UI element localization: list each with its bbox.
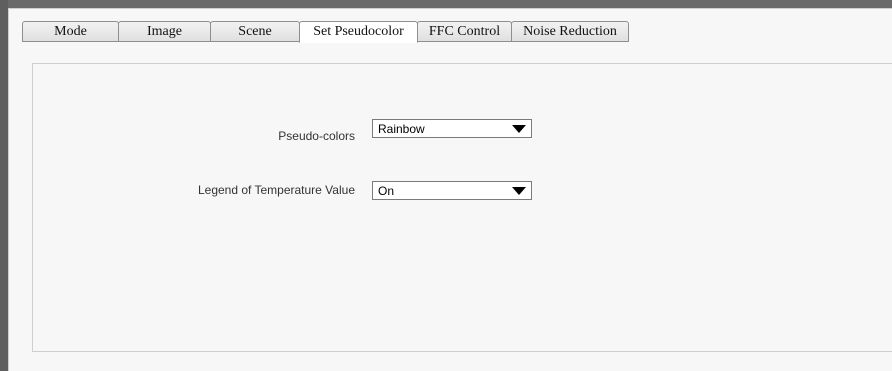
tab-ffc-control[interactable]: FFC Control — [417, 21, 512, 42]
tab-scene[interactable]: Scene — [210, 21, 300, 42]
tab-mode[interactable]: Mode — [22, 21, 119, 42]
pseudo-colors-value: Rainbow — [378, 122, 425, 136]
chevron-down-icon — [512, 187, 526, 195]
pseudo-colors-select[interactable]: Rainbow — [372, 119, 532, 138]
pseudo-colors-label: Pseudo-colors — [278, 129, 355, 143]
tab-noise-reduction[interactable]: Noise Reduction — [511, 21, 629, 42]
legend-temperature-label: Legend of Temperature Value — [197, 183, 355, 197]
legend-temperature-value: On — [378, 184, 395, 198]
tab-image[interactable]: Image — [118, 21, 211, 42]
legend-temperature-select[interactable]: On — [372, 181, 532, 200]
window-top-edge — [0, 0, 892, 8]
chevron-down-icon — [512, 125, 526, 133]
tab-set-pseudocolor[interactable]: Set Pseudocolor — [299, 21, 418, 43]
pseudocolor-settings-panel: Pseudo-colors Rainbow Legend of Temperat… — [32, 63, 892, 352]
window-left-edge — [0, 0, 8, 371]
